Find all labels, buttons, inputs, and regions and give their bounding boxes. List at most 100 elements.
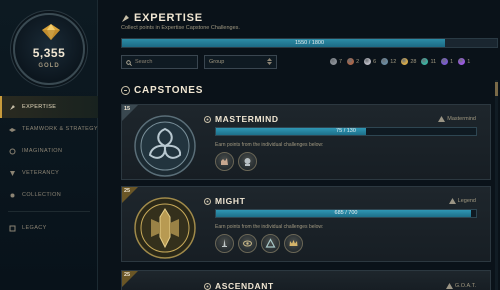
tier-crest-icon — [364, 58, 372, 65]
capstone-rank: Legend — [448, 198, 476, 204]
expertise-progress-text: 1550 / 1800 — [294, 40, 325, 46]
group-dropdown-label: Group — [209, 59, 225, 65]
veterancy-icon — [9, 170, 16, 177]
page-title-text: EXPERTISE — [134, 12, 203, 24]
sidebar-item-expertise[interactable]: EXPERTISE — [0, 96, 98, 118]
search-box[interactable] — [121, 55, 198, 69]
capstone-progress-text: 75 / 130 — [336, 128, 356, 134]
capstone-progress-bar: 685 / 700 — [215, 209, 477, 218]
page-subtitle: Collect points in Expertise Capstone Cha… — [121, 25, 240, 31]
triangle-challenge-icon[interactable] — [261, 234, 280, 253]
tier-crest-icon — [421, 58, 429, 65]
capstone-level: 15 — [124, 106, 131, 112]
capstone-rank: G.O.A.T. — [445, 283, 476, 289]
tier-count: 1 — [441, 58, 453, 65]
capstone-rank-text: Legend — [457, 198, 476, 204]
gold-unit-label: GOLD — [38, 63, 60, 69]
sidebar-item-label: EXPERTISE — [22, 104, 57, 110]
sidebar-item-label: COLLECTION — [22, 192, 62, 198]
tier-count-list: 7 2 6 12 28 11 1 1 — [330, 58, 475, 65]
sidebar-item-collection[interactable]: COLLECTION — [0, 184, 98, 206]
eye-challenge-icon[interactable] — [238, 234, 257, 253]
tier-crest-icon — [381, 58, 389, 65]
tier-count: 12 — [381, 58, 396, 65]
gold-balance: 5,355 GOLD — [13, 13, 85, 85]
imagination-icon — [9, 148, 16, 155]
section-title: CAPSTONES — [121, 85, 203, 96]
capstone-icon — [204, 197, 211, 205]
capstone-rank-text: G.O.A.T. — [454, 283, 476, 289]
tier-crest-icon — [441, 58, 449, 65]
collapse-section-icon[interactable] — [121, 86, 130, 95]
tier-count-value: 1 — [467, 58, 471, 65]
sidebar-item-veterancy[interactable]: VETERANCY — [0, 162, 98, 184]
tier-count: 7 — [330, 58, 342, 65]
capstone-name-text: MIGHT — [215, 196, 246, 206]
tier-count: 1 — [458, 58, 470, 65]
tier-count: 2 — [347, 58, 359, 65]
capstone-card-might[interactable]: 25 MIGHT Legend 685 / 700 Earn points fr… — [121, 186, 491, 262]
capstone-level: 25 — [124, 272, 131, 278]
sidebar: 5,355 GOLD EXPERTISE TEAMWORK & STRATEGY… — [0, 0, 98, 290]
sidebar-divider — [8, 211, 90, 212]
sidebar-item-label: IMAGINATION — [22, 148, 63, 154]
sidebar-item-label: TEAMWORK & STRATEGY — [22, 126, 98, 132]
tier-crest-icon — [401, 58, 409, 65]
sidebar-item-teamwork-strategy[interactable]: TEAMWORK & STRATEGY — [0, 118, 98, 140]
sort-arrows-icon — [267, 57, 272, 67]
tier-crest-icon — [330, 58, 337, 65]
scrollbar-track[interactable] — [495, 80, 498, 290]
tier-count-value: 12 — [390, 58, 397, 65]
tier-count-value: 28 — [410, 58, 417, 65]
capstone-level: 25 — [124, 188, 131, 194]
sword-challenge-icon[interactable] — [215, 234, 234, 253]
sidebar-item-imagination[interactable]: IMAGINATION — [0, 140, 98, 162]
capstone-icon — [204, 115, 211, 123]
might-emblem-icon — [134, 197, 196, 259]
hand-challenge-icon[interactable] — [215, 152, 234, 171]
rank-crest-icon — [448, 198, 456, 204]
gold-gem-icon — [42, 24, 60, 40]
capstone-name: MIGHT — [204, 196, 245, 206]
tier-count-value: 2 — [356, 58, 360, 65]
legacy-icon — [9, 225, 16, 232]
teamwork-icon — [9, 126, 16, 133]
challenge-list — [215, 234, 307, 253]
expertise-icon — [9, 104, 16, 111]
rank-crest-icon — [445, 283, 453, 289]
tier-crest-icon — [458, 58, 466, 65]
tier-crest-icon — [347, 58, 355, 65]
capstone-hint: Earn points from the individual challeng… — [215, 224, 324, 230]
capstone-rank: Mastermind — [438, 116, 476, 122]
expertise-icon — [121, 14, 130, 23]
rank-crest-icon — [438, 116, 446, 122]
capstone-name: ASCENDANT — [204, 281, 274, 290]
search-input[interactable] — [135, 59, 195, 65]
crown-challenge-icon[interactable] — [284, 234, 303, 253]
group-dropdown[interactable]: Group — [204, 55, 277, 69]
main-panel: EXPERTISE Collect points in Expertise Ca… — [108, 0, 500, 290]
capstone-card-ascendant[interactable]: 25 ASCENDANT G.O.A.T. — [121, 270, 491, 290]
capstone-icon — [204, 282, 211, 290]
tier-count: 6 — [364, 58, 376, 65]
tier-count-value: 1 — [450, 58, 454, 65]
expertise-progress-bar: 1550 / 1800 — [121, 38, 498, 48]
scrollbar-thumb[interactable] — [495, 82, 498, 96]
collection-icon — [9, 192, 16, 199]
challenge-list — [215, 152, 261, 171]
robot-challenge-icon[interactable] — [238, 152, 257, 171]
capstone-name-text: MASTERMIND — [215, 114, 279, 124]
capstone-hint: Earn points from the individual challeng… — [215, 142, 324, 148]
capstone-rank-text: Mastermind — [447, 116, 476, 122]
mastermind-emblem-icon — [134, 115, 196, 177]
tier-count-value: 7 — [339, 58, 343, 65]
sidebar-item-label: VETERANCY — [22, 170, 60, 176]
sidebar-item-legacy[interactable]: LEGACY — [0, 217, 98, 239]
capstone-progress-text: 685 / 700 — [334, 210, 358, 216]
capstone-card-mastermind[interactable]: 15 MASTERMIND Mastermind 75 / 130 Earn p… — [121, 104, 491, 180]
capstone-name: MASTERMIND — [204, 114, 279, 124]
gold-amount: 5,355 — [32, 46, 66, 60]
sidebar-item-label: LEGACY — [22, 225, 47, 231]
tier-count: 11 — [421, 58, 436, 65]
sidebar-nav: EXPERTISE TEAMWORK & STRATEGY IMAGINATIO… — [0, 96, 98, 239]
